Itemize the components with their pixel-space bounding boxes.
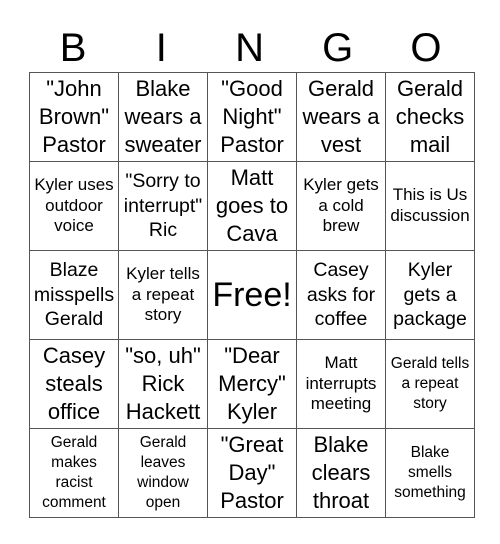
cell-text: Gerald leaves window open — [137, 433, 189, 512]
header-letter-n: N — [235, 26, 264, 70]
header-letter-g: G — [322, 26, 354, 70]
grid-row: Gerald makes racist comment Gerald leave… — [29, 428, 475, 518]
cell-text: Blaze misspells Gerald — [33, 259, 115, 331]
bingo-cell[interactable]: Kyler gets a cold brew — [296, 161, 386, 251]
cell-text: Gerald wears a vest — [302, 76, 380, 157]
cell-text: Kyler gets a cold brew — [303, 174, 379, 236]
free-space-text: Free! — [212, 276, 292, 314]
bingo-cell[interactable]: Gerald checks mail — [385, 72, 475, 162]
bingo-cell[interactable]: Blake clears throat — [296, 428, 386, 518]
bingo-cell[interactable]: Gerald tells a repeat story — [385, 339, 475, 429]
grid-row: Kyler uses outdoor voice "Sorry to inter… — [29, 161, 475, 251]
bingo-cell[interactable]: "Good Night" Pastor — [207, 72, 297, 162]
cell-text: Matt interrupts meeting — [305, 352, 377, 414]
header-letter-i: I — [155, 26, 167, 70]
cell-text: Blake clears throat — [311, 432, 371, 513]
header-letter-o: O — [410, 26, 442, 70]
bingo-cell[interactable]: Gerald leaves window open — [118, 428, 208, 518]
cell-text: Blake wears a sweater — [124, 76, 202, 157]
bingo-cell[interactable]: "so, uh" Rick Hackett — [118, 339, 208, 429]
cell-text: "so, uh" Rick Hackett — [125, 343, 201, 424]
cell-text: "Dear Mercy" Kyler — [218, 343, 286, 424]
bingo-cell[interactable]: This is Us discussion — [385, 161, 475, 251]
bingo-cell[interactable]: "Great Day" Pastor — [207, 428, 297, 518]
cell-text: "Good Night" Pastor — [220, 76, 284, 157]
grid-row: Casey steals office "so, uh" Rick Hacket… — [29, 339, 475, 429]
cell-text: "Sorry to interrupt" Ric — [123, 170, 203, 242]
bingo-cell[interactable]: Casey steals office — [29, 339, 119, 429]
bingo-cell[interactable]: "Sorry to interrupt" Ric — [118, 161, 208, 251]
bingo-header: B I N G O — [29, 24, 470, 72]
cell-text: Kyler uses outdoor voice — [34, 174, 114, 236]
bingo-cell[interactable]: Matt interrupts meeting — [296, 339, 386, 429]
cell-text: This is Us discussion — [390, 185, 470, 225]
cell-text: Gerald makes racist comment — [42, 433, 106, 512]
bingo-cell[interactable]: Gerald makes racist comment — [29, 428, 119, 518]
cell-text: "Great Day" Pastor — [220, 432, 284, 513]
grid-row: "John Brown" Pastor Blake wears a sweate… — [29, 72, 475, 162]
cell-text: Casey steals office — [42, 343, 106, 424]
bingo-cell[interactable]: Kyler gets a package — [385, 250, 475, 340]
cell-text: "John Brown" Pastor — [38, 76, 110, 157]
bingo-cell[interactable]: "Dear Mercy" Kyler — [207, 339, 297, 429]
bingo-cell[interactable]: Blaze misspells Gerald — [29, 250, 119, 340]
cell-text: Gerald tells a repeat story — [390, 354, 470, 413]
bingo-cell[interactable]: "John Brown" Pastor — [29, 72, 119, 162]
cell-text: Casey asks for coffee — [306, 259, 376, 331]
grid-row: Blaze misspells Gerald Kyler tells a rep… — [29, 250, 475, 340]
bingo-cell[interactable]: Kyler uses outdoor voice — [29, 161, 119, 251]
bingo-cell[interactable]: Matt goes to Cava — [207, 161, 297, 251]
cell-text: Kyler tells a repeat story — [126, 263, 200, 325]
cell-text: Kyler gets a package — [393, 259, 467, 331]
bingo-cell[interactable]: Gerald wears a vest — [296, 72, 386, 162]
cell-text: Matt goes to Cava — [215, 165, 289, 246]
header-letter-b: B — [59, 26, 87, 70]
bingo-cell[interactable]: Blake wears a sweater — [118, 72, 208, 162]
cell-text: Blake smells something — [394, 443, 466, 502]
bingo-cell[interactable]: Blake smells something — [385, 428, 475, 518]
bingo-grid: "John Brown" Pastor Blake wears a sweate… — [29, 72, 475, 518]
cell-text: Gerald checks mail — [395, 76, 465, 157]
bingo-cell[interactable]: Casey asks for coffee — [296, 250, 386, 340]
free-space-cell[interactable]: Free! — [207, 250, 297, 340]
bingo-cell[interactable]: Kyler tells a repeat story — [118, 250, 208, 340]
